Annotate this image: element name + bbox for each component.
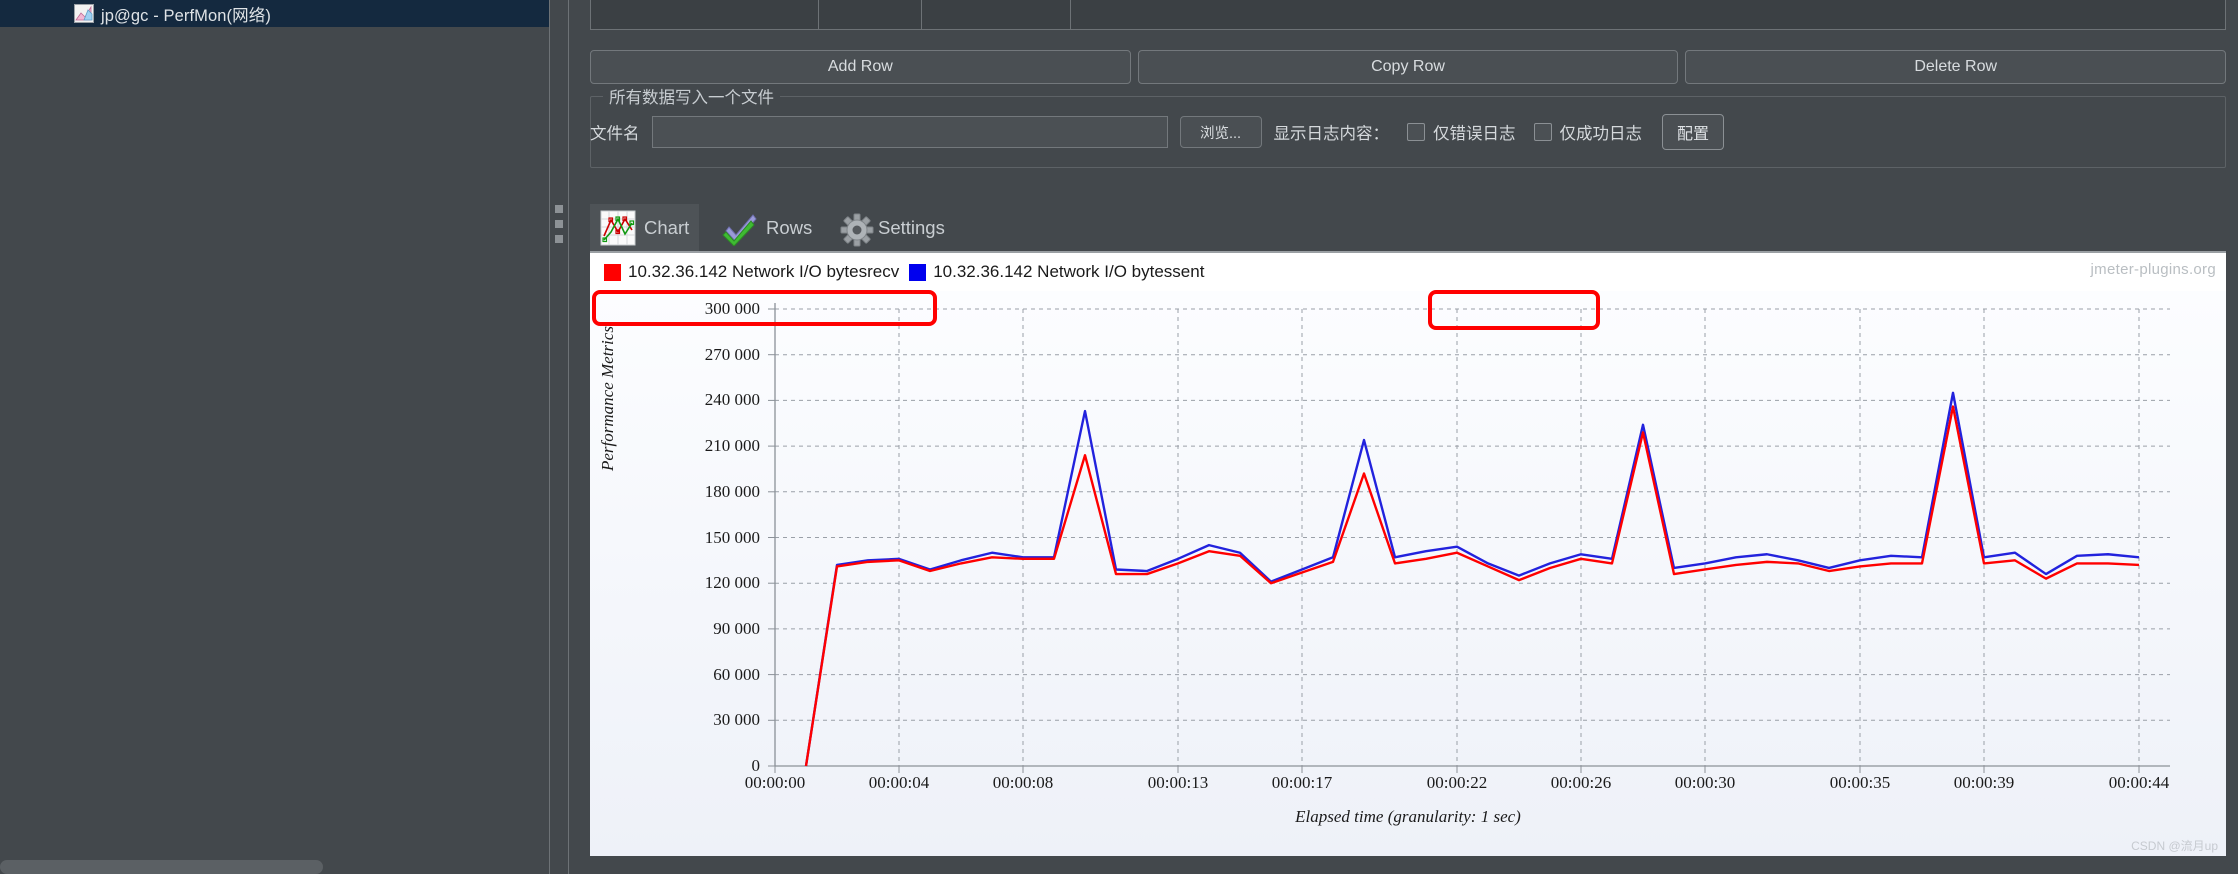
- log-content-label: 显示日志内容：: [1273, 125, 1390, 143]
- gear-icon: [840, 213, 874, 246]
- filename-input[interactable]: [651, 116, 1168, 148]
- legend-swatch-sent-icon: [909, 263, 927, 281]
- x-axis-tick-label: 00:00:39: [1953, 773, 2015, 792]
- result-tabs: Chart Rows Settings: [590, 204, 2226, 251]
- copy-row-button[interactable]: Copy Row: [1137, 50, 1679, 84]
- jmeter-plugins-watermark: jmeter-plugins.org: [2090, 261, 2216, 278]
- table-cell[interactable]: [922, 0, 1071, 29]
- table-cell[interactable]: [591, 0, 819, 29]
- success-only-checkbox[interactable]: 仅成功日志: [1533, 120, 1643, 144]
- filename-label: 文件名: [590, 125, 640, 143]
- csdn-watermark: CSDN @流月up: [2131, 839, 2218, 853]
- splitter-grip-dot: [555, 205, 563, 213]
- left-panel-hscrollbar-thumb[interactable]: [0, 860, 323, 874]
- table-cell[interactable]: [1071, 0, 2225, 29]
- errors-only-checkbox-box[interactable]: [1407, 123, 1425, 141]
- test-plan-tree-panel: jp@gc - PerfMon(网络): [0, 0, 549, 874]
- splitter-edge-right: [568, 0, 569, 874]
- splitter-grip-dot: [555, 235, 563, 243]
- tab-settings-label: Settings: [878, 216, 945, 238]
- perfmon-chart[interactable]: 10.32.36.142 Network I/O bytesrecv 10.32…: [590, 251, 2226, 856]
- tab-settings[interactable]: Settings: [830, 204, 955, 251]
- legend-item-bytesrecv[interactable]: 10.32.36.142 Network I/O bytesrecv: [604, 262, 899, 282]
- double-check-icon: [722, 210, 758, 247]
- x-axis-tick-label: 00:00:13: [1147, 773, 1209, 792]
- tab-rows[interactable]: Rows: [712, 204, 822, 251]
- x-axis-tick-label: 00:00:04: [868, 773, 930, 792]
- tab-chart[interactable]: Chart: [590, 204, 700, 251]
- perfmon-screen: jp@gc - PerfMon(网络) Add Row Copy Row Del…: [0, 0, 2238, 874]
- row-action-buttons: Add Row Copy Row Delete Row: [590, 50, 2227, 84]
- line-chart-icon: [600, 210, 636, 246]
- legend-item-bytessent[interactable]: 10.32.36.142 Network I/O bytessent: [909, 262, 1204, 282]
- add-row-button[interactable]: Add Row: [590, 50, 1131, 84]
- table-cell[interactable]: [819, 0, 922, 29]
- tree-indent: [0, 0, 74, 27]
- chart-svg: [768, 303, 2170, 773]
- x-axis-tick-label: 00:00:00: [744, 773, 806, 792]
- vertical-splitter[interactable]: [549, 0, 578, 874]
- splitter-grip-dot: [555, 220, 563, 228]
- x-axis-tick-label: 00:00:22: [1426, 773, 1488, 792]
- errors-only-checkbox[interactable]: 仅错误日志: [1407, 120, 1516, 144]
- splitter-grip-icon[interactable]: [555, 205, 563, 250]
- perfmon-config-panel: Add Row Copy Row Delete Row 所有数据写入一个文件 文…: [578, 0, 2238, 874]
- x-axis-tick-label: 00:00:17: [1271, 773, 1333, 792]
- x-axis-tick-label: 00:00:26: [1550, 773, 1612, 792]
- chart-legend: 10.32.36.142 Network I/O bytesrecv 10.32…: [590, 253, 2226, 291]
- sidebar-item-perfmon[interactable]: jp@gc - PerfMon(网络): [0, 0, 549, 27]
- configure-button[interactable]: 配置: [1662, 114, 1724, 150]
- left-panel-hscrollbar[interactable]: [0, 858, 529, 874]
- errors-only-checkbox-label: 仅错误日志: [1433, 125, 1516, 143]
- tab-chart-label: Chart: [644, 216, 690, 238]
- legend-label-bytesrecv: 10.32.36.142 Network I/O bytesrecv: [628, 262, 900, 281]
- browse-button[interactable]: 浏览...: [1179, 116, 1262, 148]
- x-axis-tick-label: 00:00:30: [1674, 773, 1736, 792]
- legend-swatch-recv-icon: [604, 263, 621, 281]
- x-axis-ticks: 00:00:00 00:00:04 00:00:08 00:00:13 00:00:17…: [590, 773, 2226, 799]
- x-axis-tick-label: 00:00:35: [1829, 773, 1891, 792]
- tab-rows-label: Rows: [766, 216, 813, 238]
- perfmon-chart-icon: [74, 4, 94, 23]
- metrics-table[interactable]: [590, 0, 2226, 30]
- success-only-checkbox-box[interactable]: [1533, 123, 1552, 141]
- splitter-edge-left: [549, 0, 550, 874]
- legend-label-bytessent: 10.32.36.142 Network I/O bytessent: [933, 262, 1205, 281]
- delete-row-button[interactable]: Delete Row: [1685, 50, 2227, 84]
- filename-row: 文件名 浏览... 显示日志内容： 仅错误日志 仅成功日志 配置: [590, 110, 2230, 154]
- x-axis-title: Elapsed time (granularity: 1 sec): [1295, 807, 1521, 826]
- success-only-checkbox-label: 仅成功日志: [1559, 125, 1643, 143]
- x-axis-tick-label: 00:00:44: [2108, 773, 2170, 792]
- chart-plot-area: Performance Metrics 300 000 270 000 240 00…: [590, 291, 2226, 856]
- sidebar-item-label: jp@gc - PerfMon(网络): [101, 6, 271, 25]
- write-all-data-group-title: 所有数据写入一个文件: [603, 84, 780, 108]
- x-axis-tick-label: 00:00:08: [992, 773, 1054, 792]
